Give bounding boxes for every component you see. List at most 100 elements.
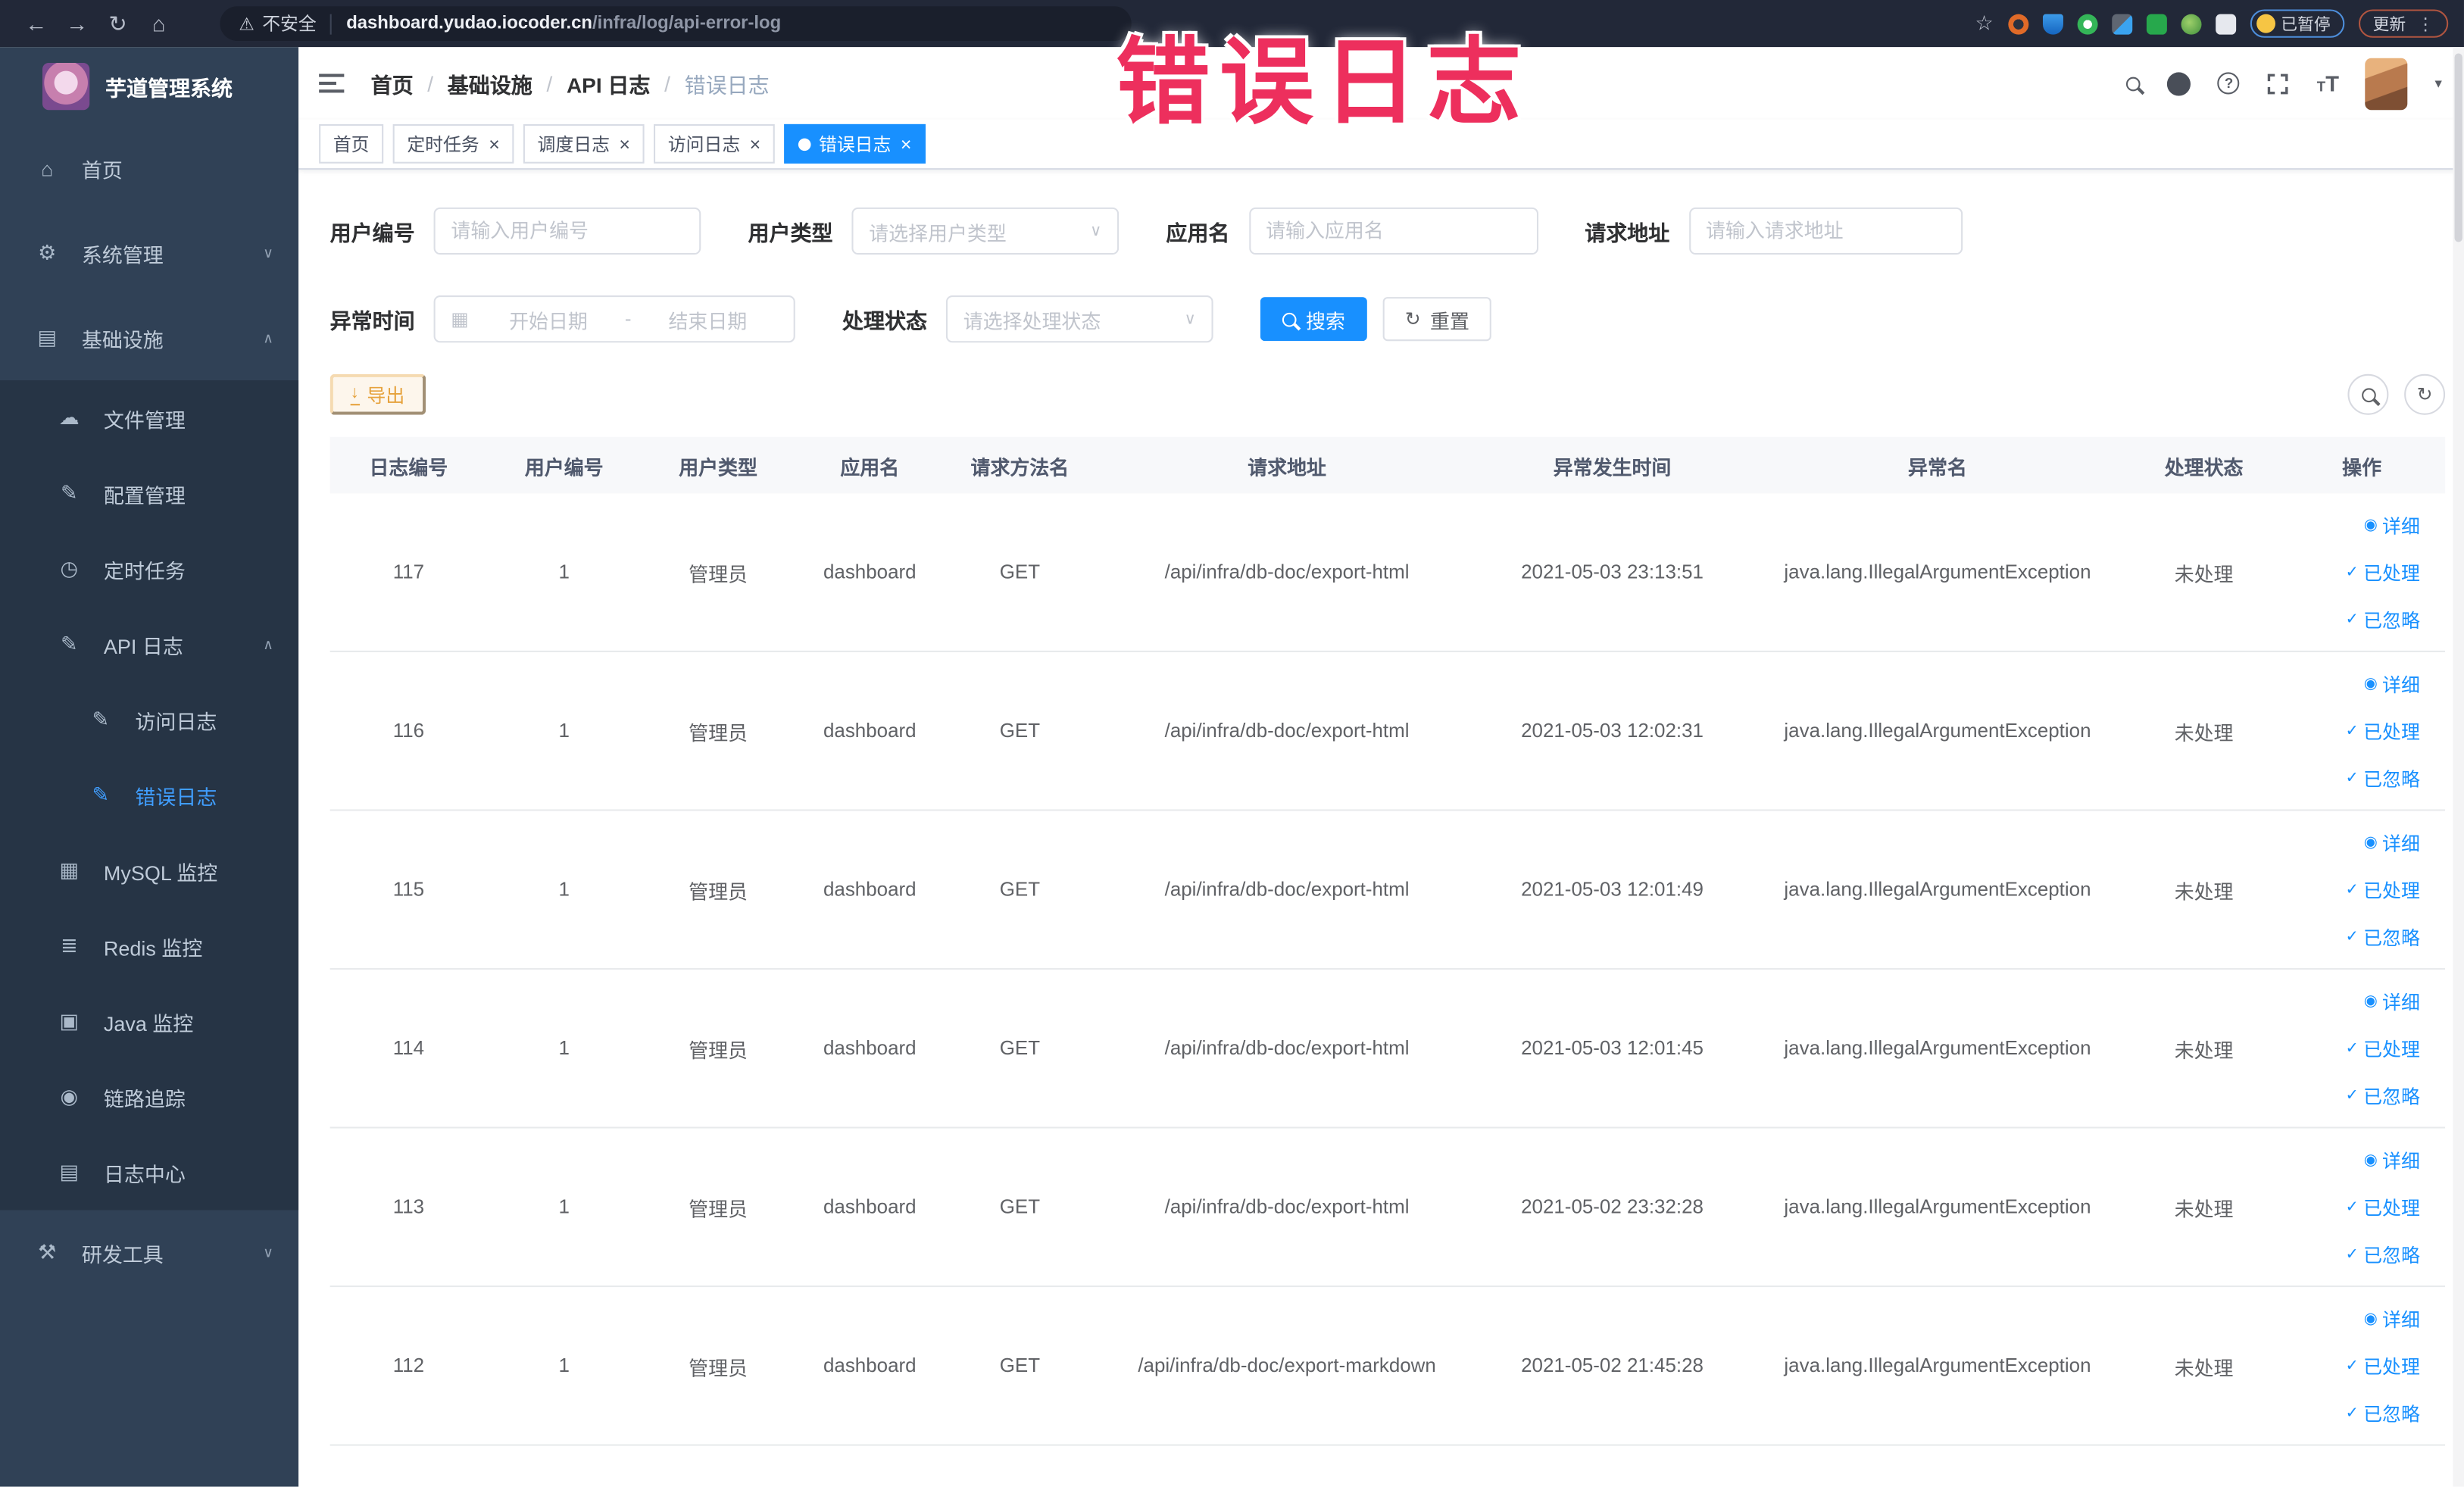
mark-ignored-link[interactable]: ✓ 已忽略 [2346,923,2420,950]
extensions-puzzle-icon[interactable] [2215,13,2236,34]
user-id-input[interactable] [433,207,701,255]
update-button[interactable]: 更新 ⋮ [2358,9,2449,38]
security-warning-icon[interactable]: ⚠ [239,14,254,34]
detail-link[interactable]: ◉ 详细 [2364,1146,2420,1173]
sidebar-logo[interactable]: 芋道管理系统 [0,47,298,126]
sidebar-item-access-log[interactable]: ✎ 访问日志 [0,682,298,758]
mark-processed-link[interactable]: ✓ 已处理 [2346,717,2420,744]
sidebar-item-infrastructure[interactable]: ▤ 基础设施 ∧ [0,295,298,380]
sidebar-item-api-log[interactable]: ✎ API 日志 ∧ [0,607,298,683]
tab-access-log[interactable]: 访问日志 × [654,123,775,164]
paused-badge[interactable]: 已暂停 [2249,9,2345,38]
close-icon[interactable]: × [901,133,912,155]
browser-back-icon[interactable]: ← [16,11,57,36]
refresh-table-button[interactable]: ↻ [2404,373,2446,415]
scrollbar-thumb[interactable] [2454,53,2462,242]
sidebar-item-home[interactable]: ⌂ 首页 [0,126,298,211]
mark-processed-link[interactable]: ✓ 已处理 [2346,1352,2420,1379]
mark-ignored-link[interactable]: ✓ 已忽略 [2346,1399,2420,1426]
browser-menu-icon[interactable]: ⋮ [2417,14,2434,34]
cell-time: 2021-05-02 23:32:28 [1521,1195,1704,1218]
extension-icon[interactable] [2111,13,2132,34]
hamburger-icon[interactable] [319,73,345,93]
sidebar-item-trace[interactable]: ◉ 链路追踪 [0,1059,298,1135]
detail-link[interactable]: ◉ 详细 [2364,1305,2420,1332]
sidebar-item-mysql-monitor[interactable]: ▦ MySQL 监控 [0,833,298,909]
sidebar-item-config-management[interactable]: ✎ 配置管理 [0,456,298,532]
scrollbar[interactable] [2453,47,2464,1487]
github-icon[interactable] [2167,71,2191,95]
address-bar[interactable]: ⚠ 不安全 dashboard.yudao.iocoder.cn/infra/l… [220,6,1132,41]
tab-home[interactable]: 首页 [319,123,384,164]
tab-scheduled-tasks[interactable]: 定时任务 × [392,123,514,164]
mark-processed-link[interactable]: ✓ 已处理 [2346,1035,2420,1061]
mark-ignored-link[interactable]: ✓ 已忽略 [2346,1241,2420,1267]
sidebar-item-redis-monitor[interactable]: ≣ Redis 监控 [0,908,298,984]
fullscreen-icon[interactable] [2266,71,2290,95]
sidebar-item-error-log[interactable]: ✎ 错误日志 [0,758,298,833]
mark-processed-link[interactable]: ✓ 已处理 [2346,1194,2420,1220]
close-icon[interactable]: × [489,133,500,155]
eye-icon: ◉ [2363,1151,2378,1169]
browser-home-icon[interactable]: ⌂ [139,11,180,36]
check-icon: ✓ [2345,722,2359,740]
mark-processed-link[interactable]: ✓ 已处理 [2346,876,2420,903]
mark-processed-link[interactable]: ✓ 已处理 [2346,559,2420,586]
sidebar-item-java-monitor[interactable]: ▣ Java 监控 [0,984,298,1060]
table-row: 116 1 管理员 dashboard GET /api/infra/db-do… [329,652,2446,811]
detail-link[interactable]: ◉ 详细 [2364,670,2420,697]
sidebar-item-scheduled-tasks[interactable]: ◷ 定时任务 [0,531,298,607]
detail-link[interactable]: ◉ 详细 [2364,829,2420,855]
bookmark-star-icon[interactable]: ☆ [1975,11,1993,36]
process-status-select[interactable]: 请选择处理状态 ∨ [945,295,1213,343]
close-icon[interactable]: × [750,133,761,155]
help-icon[interactable]: ? [2218,72,2241,95]
tab-schedule-log[interactable]: 调度日志 × [523,123,645,164]
extension-icon[interactable] [2041,13,2063,34]
search-button[interactable]: 搜索 [1260,297,1367,342]
sidebar-item-dev-tools[interactable]: ⚒ 研发工具 ∨ [0,1210,298,1295]
extension-icon[interactable] [2180,13,2201,34]
filter-row-1: 用户编号 用户类型 请选择用户类型 ∨ 应用名 [330,207,2445,255]
request-url-input[interactable] [1688,207,1963,255]
avatar-caret-icon[interactable]: ▾ [2435,75,2442,92]
user-avatar[interactable] [2366,57,2409,110]
sidebar-item-system-management[interactable]: ⚙ 系统管理 ∨ [0,211,298,295]
close-icon[interactable]: × [619,133,630,155]
mark-ignored-link[interactable]: ✓ 已忽略 [2346,1082,2420,1108]
extension-icon[interactable] [2145,13,2166,34]
sidebar-item-file-management[interactable]: ☁ 文件管理 [0,380,298,456]
date-range-picker[interactable]: ▦ 开始日期 - 结束日期 [433,295,795,343]
search-icon[interactable] [2126,76,2141,91]
filter-user-type: 用户类型 请选择用户类型 ∨ [748,207,1120,255]
toggle-search-button[interactable] [2347,373,2389,415]
browser-forward-icon[interactable]: → [57,11,98,36]
tab-error-log[interactable]: 错误日志 × [784,123,926,164]
reset-button[interactable]: ↻ 重置 [1382,297,1491,342]
log-edit-icon: ✎ [60,631,78,656]
browser-reload-icon[interactable]: ↻ [98,10,139,36]
active-dot [798,137,811,151]
export-button[interactable]: ↓ 导出 [329,373,426,415]
filter-row-2: 异常时间 ▦ 开始日期 - 结束日期 处理状态 请选择处理状态 ∨ 搜索 ↻ 重… [330,295,2445,343]
breadcrumb-infrastructure[interactable]: 基础设施 [448,67,532,98]
security-label: 不安全 [262,15,317,35]
breadcrumb-api-log[interactable]: API 日志 [567,67,651,98]
detail-link[interactable]: ◉ 详细 [2364,988,2420,1014]
cell-user-id: 1 [558,720,570,742]
app-name-input[interactable] [1248,207,1538,255]
breadcrumb-home[interactable]: 首页 [371,67,414,98]
check-icon: ✓ [2345,1086,2359,1104]
mark-ignored-link[interactable]: ✓ 已忽略 [2346,764,2420,791]
cell-method: GET [999,1037,1041,1060]
font-size-icon[interactable]: TT [2317,70,2339,95]
sidebar-item-log-center[interactable]: ▤ 日志中心 [0,1135,298,1211]
user-type-select[interactable]: 请选择用户类型 ∨ [851,207,1120,255]
url-path: /infra/log/api-error-log [592,14,782,33]
extension-icon[interactable] [2007,13,2028,34]
mark-ignored-link[interactable]: ✓ 已忽略 [2346,606,2420,633]
detail-link[interactable]: ◉ 详细 [2364,511,2420,538]
extension-icon[interactable] [2076,13,2097,34]
cell-app: dashboard [823,1354,917,1377]
table-header: 日志编号 用户编号 用户类型 应用名 请求方法名 请求地址 异常发生时间 异常名… [329,436,2446,494]
